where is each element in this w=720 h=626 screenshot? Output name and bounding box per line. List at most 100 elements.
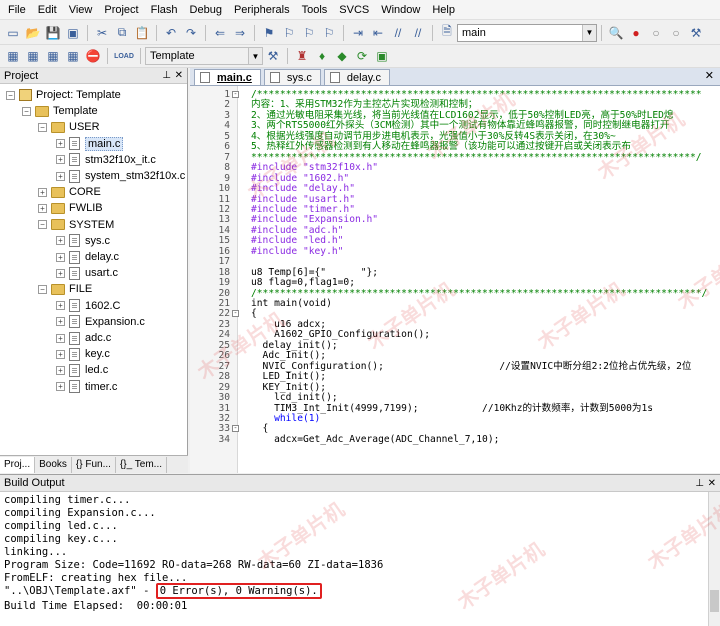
tree-file[interactable]: + stm32f10x_it.c bbox=[56, 152, 156, 168]
batch-build-icon[interactable]: ▦ bbox=[64, 47, 82, 65]
search-combo[interactable]: main ▼ bbox=[457, 23, 597, 42]
expander-icon[interactable]: + bbox=[56, 317, 65, 327]
build-output-text[interactable]: compiling timer.c... compiling Expansion.… bbox=[0, 492, 720, 626]
menu-item-project[interactable]: Project bbox=[98, 0, 144, 20]
cut-icon[interactable]: ✂ bbox=[93, 24, 111, 42]
comment-icon[interactable]: // bbox=[389, 24, 407, 42]
configure-icon[interactable]: ⚒ bbox=[687, 24, 705, 42]
panel-tab-0[interactable]: Proj... bbox=[0, 456, 36, 473]
menu-item-window[interactable]: Window bbox=[375, 0, 426, 20]
expander-icon[interactable]: + bbox=[56, 252, 65, 262]
copy-icon[interactable]: ⧉ bbox=[113, 24, 131, 42]
close-icon[interactable]: ✕ bbox=[175, 68, 183, 84]
new-file-icon[interactable]: ▭ bbox=[4, 24, 22, 42]
target-select[interactable]: Template ▼ bbox=[145, 47, 263, 65]
tree-file[interactable]: + Expansion.c bbox=[56, 314, 145, 330]
undo-icon[interactable]: ↶ bbox=[162, 24, 180, 42]
expander-icon[interactable]: + bbox=[56, 171, 65, 181]
tree-file[interactable]: + sys.c bbox=[56, 233, 110, 249]
manage-components-icon[interactable]: ♦ bbox=[313, 47, 331, 65]
tree-file[interactable]: + delay.c bbox=[56, 249, 119, 265]
save-all-icon[interactable]: ▣ bbox=[64, 24, 82, 42]
pin-icon[interactable]: ⊥ bbox=[162, 68, 171, 84]
code-area[interactable]: 1-/*************************************… bbox=[190, 86, 720, 473]
tree-file[interactable]: + main.c bbox=[56, 136, 124, 152]
menu-item-flash[interactable]: Flash bbox=[145, 0, 184, 20]
expander-icon[interactable]: + bbox=[56, 268, 65, 278]
menu-item-help[interactable]: Help bbox=[426, 0, 461, 20]
expander-icon[interactable]: + bbox=[56, 155, 65, 165]
breakpoint-disable-icon[interactable]: ○ bbox=[667, 24, 685, 42]
pin-icon[interactable]: ⊥ bbox=[695, 475, 704, 492]
translate-icon[interactable]: ▦ bbox=[4, 47, 22, 65]
editor-tab-main-c[interactable]: main.c bbox=[194, 69, 261, 85]
menu-item-tools[interactable]: Tools bbox=[296, 0, 334, 20]
debug-start-icon[interactable]: ● bbox=[627, 24, 645, 42]
close-icon[interactable]: ✕ bbox=[708, 475, 716, 492]
indent-icon[interactable]: ⇥ bbox=[349, 24, 367, 42]
expander-icon[interactable]: + bbox=[56, 236, 65, 246]
run-time-env-icon[interactable]: ⟳ bbox=[353, 47, 371, 65]
expander-icon[interactable]: − bbox=[22, 106, 31, 116]
menu-item-peripherals[interactable]: Peripherals bbox=[228, 0, 296, 20]
expander-icon[interactable]: + bbox=[56, 139, 65, 149]
find-in-files-icon[interactable]: 🗎 bbox=[438, 24, 456, 42]
tree-target[interactable]: − Template bbox=[22, 103, 98, 119]
tree-file[interactable]: + timer.c bbox=[56, 379, 117, 395]
expander-icon[interactable]: − bbox=[6, 90, 15, 100]
panel-tab-2[interactable]: {} Fun... bbox=[72, 456, 116, 473]
tree-group-user[interactable]: − USER bbox=[38, 119, 100, 135]
nav-back-icon[interactable]: ⇐ bbox=[211, 24, 229, 42]
expander-icon[interactable]: + bbox=[56, 382, 65, 392]
editor-tab-sys-c[interactable]: sys.c bbox=[263, 69, 321, 85]
redo-icon[interactable]: ↷ bbox=[182, 24, 200, 42]
tree-file[interactable]: + adc.c bbox=[56, 330, 111, 346]
load-icon[interactable]: LOAD bbox=[113, 47, 135, 65]
chevron-down-icon[interactable]: ▼ bbox=[248, 48, 262, 64]
expander-icon[interactable]: + bbox=[56, 333, 65, 343]
expander-icon[interactable]: − bbox=[38, 284, 47, 294]
panel-tab-1[interactable]: Books bbox=[35, 456, 72, 473]
expander-icon[interactable]: + bbox=[56, 365, 65, 375]
tree-file[interactable]: + key.c bbox=[56, 346, 110, 362]
tree-project-root[interactable]: − Project: Template bbox=[6, 87, 121, 103]
open-file-icon[interactable]: 📂 bbox=[24, 24, 42, 42]
expander-icon[interactable]: − bbox=[38, 122, 47, 132]
uncomment-icon[interactable]: // bbox=[409, 24, 427, 42]
manage-project-icon[interactable]: ♜ bbox=[293, 47, 311, 65]
fold-toggle-icon[interactable]: - bbox=[232, 91, 239, 98]
fold-toggle-icon[interactable]: - bbox=[232, 425, 239, 433]
panel-tab-3[interactable]: {}_ Tem... bbox=[116, 456, 168, 473]
tree-file[interactable]: +1602.C bbox=[56, 298, 120, 314]
expander-icon[interactable]: + bbox=[56, 349, 65, 359]
paste-icon[interactable]: 📋 bbox=[133, 24, 151, 42]
chevron-down-icon[interactable]: ▼ bbox=[582, 24, 596, 41]
rebuild-icon[interactable]: ▦ bbox=[44, 47, 62, 65]
save-icon[interactable]: 💾 bbox=[44, 24, 62, 42]
tree-file[interactable]: + system_stm32f10x.c bbox=[56, 168, 185, 184]
unindent-icon[interactable]: ⇤ bbox=[369, 24, 387, 42]
select-packs-icon[interactable]: ▣ bbox=[373, 47, 391, 65]
tree-group-file[interactable]: − FILE bbox=[38, 281, 92, 297]
menu-item-view[interactable]: View bbox=[63, 0, 99, 20]
scrollbar-thumb[interactable] bbox=[710, 590, 719, 612]
expander-icon[interactable]: + bbox=[38, 187, 47, 197]
tree-group-system[interactable]: − SYSTEM bbox=[38, 217, 114, 233]
tree-group-fwlib[interactable]: + FWLIB bbox=[38, 200, 103, 216]
menu-item-debug[interactable]: Debug bbox=[184, 0, 228, 20]
tree-file[interactable]: + usart.c bbox=[56, 265, 118, 281]
bookmark-prev-icon[interactable]: ⚐ bbox=[280, 24, 298, 42]
stop-build-icon[interactable]: ⛔ bbox=[84, 47, 102, 65]
close-icon[interactable]: ✕ bbox=[705, 69, 714, 82]
expander-icon[interactable]: − bbox=[38, 220, 47, 230]
fold-toggle-icon[interactable]: - bbox=[232, 310, 239, 318]
tree-file[interactable]: + led.c bbox=[56, 362, 108, 378]
expander-icon[interactable]: + bbox=[38, 203, 47, 213]
menu-item-file[interactable]: File bbox=[2, 0, 32, 20]
menu-item-svcs[interactable]: SVCS bbox=[333, 0, 375, 20]
bookmark-icon[interactable]: ⚑ bbox=[260, 24, 278, 42]
bookmark-clear-icon[interactable]: ⚐ bbox=[320, 24, 338, 42]
nav-forward-icon[interactable]: ⇒ bbox=[231, 24, 249, 42]
bookmark-next-icon[interactable]: ⚐ bbox=[300, 24, 318, 42]
pack-installer-icon[interactable]: ◆ bbox=[333, 47, 351, 65]
